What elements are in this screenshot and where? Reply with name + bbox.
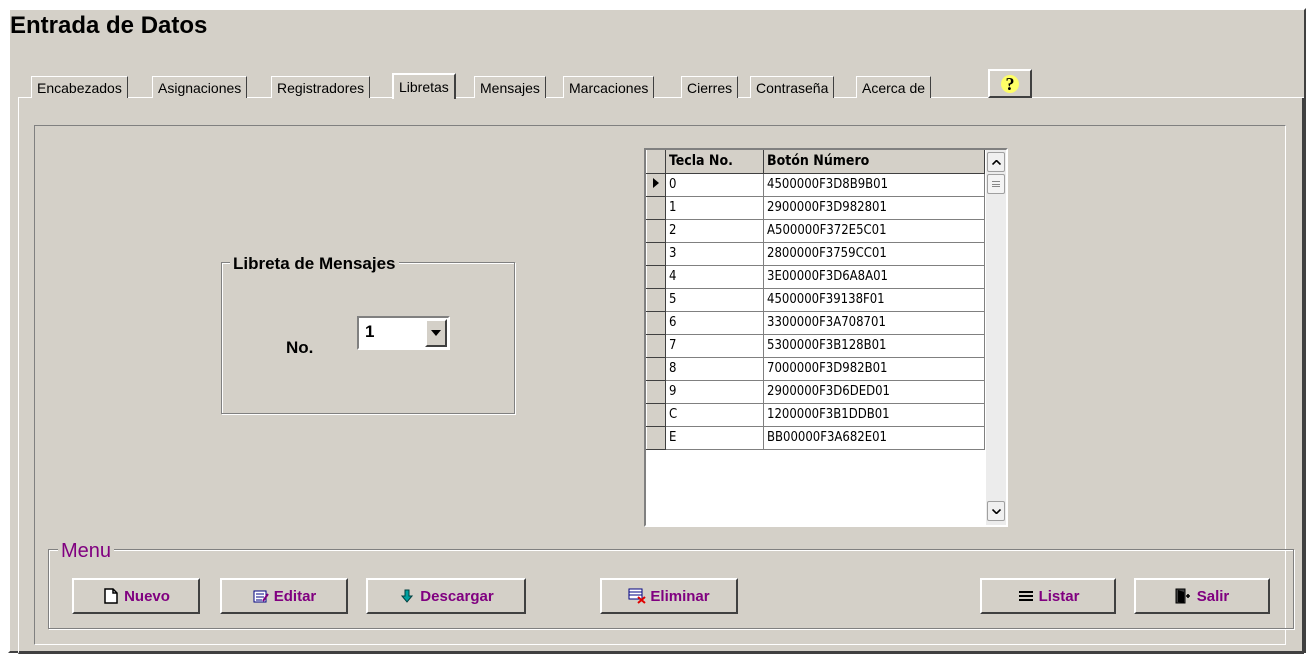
keys-grid[interactable]: Tecla No. Botón Número 0 4500000F3D8B9B01… [644,148,1008,527]
table-row[interactable]: E BB00000F3A682E01 [646,425,985,450]
list-icon [1017,587,1035,605]
tecla-cell[interactable]: 5 [665,288,764,312]
scroll-down-button[interactable] [987,501,1005,521]
tecla-cell[interactable]: E [665,426,764,450]
row-indicator[interactable] [646,218,666,243]
row-indicator[interactable] [646,264,666,289]
row-indicator[interactable] [646,287,666,312]
tecla-cell[interactable]: 2 [665,219,764,243]
tab-marcaciones[interactable]: Marcaciones [563,76,655,98]
table-row[interactable]: 3 2800000F3759CC01 [646,241,985,266]
table-row[interactable]: 0 4500000F3D8B9B01 [646,172,985,197]
table-row[interactable]: 1 2900000F3D982801 [646,195,985,220]
tab-asignaciones[interactable]: Asignaciones [152,76,248,98]
tab-cierres[interactable]: Cierres [681,76,739,98]
menu-group-title: Menu [58,540,115,563]
tab-acerca-de[interactable]: Acerca de [856,76,932,98]
table-row[interactable]: C 1200000F3B1DDB01 [646,402,985,427]
row-indicator[interactable] [646,195,666,220]
window-title: Entrada de Datos [10,12,208,39]
chevron-down-icon [991,508,1001,514]
tab-encabezados[interactable]: Encabezados [31,76,128,98]
boton-cell[interactable]: 3E00000F3D6A8A01 [763,265,985,289]
boton-cell[interactable]: A500000F372E5C01 [763,219,985,243]
boton-cell[interactable]: 3300000F3A708701 [763,311,985,335]
table-row[interactable]: 8 7000000F3D982B01 [646,356,985,381]
table-row[interactable]: 9 2900000F3D6DED01 [646,379,985,404]
libreta-group-title: Libreta de Mensajes [230,254,399,274]
row-indicator[interactable] [646,310,666,335]
scroll-thumb[interactable] [987,174,1005,194]
new-document-icon [102,587,120,605]
tecla-cell[interactable]: 8 [665,357,764,381]
table-row[interactable]: 6 3300000F3A708701 [646,310,985,335]
delete-record-icon [628,587,647,605]
tab-contrasena[interactable]: Contraseña [750,76,835,98]
tecla-cell[interactable]: 3 [665,242,764,266]
row-indicator[interactable] [646,402,666,427]
current-row-pointer-icon [653,178,659,188]
tab-mensajes[interactable]: Mensajes [474,76,546,98]
eliminar-button[interactable]: Eliminar [600,578,738,614]
arrow-down-icon [398,587,416,605]
salir-button[interactable]: Salir [1134,578,1270,614]
tecla-cell[interactable]: C [665,403,764,427]
boton-cell[interactable]: 4500000F3D8B9B01 [763,173,985,197]
tecla-cell[interactable]: 0 [665,173,764,197]
row-indicator[interactable] [646,379,666,404]
tecla-cell[interactable]: 4 [665,265,764,289]
tecla-cell[interactable]: 7 [665,334,764,358]
table-header-row: Tecla No. Botón Número [646,150,985,174]
dropdown-button[interactable] [425,319,447,347]
listar-button[interactable]: Listar [980,578,1116,614]
help-question-icon: ? [1001,74,1019,93]
libreta-no-value: 1 [365,322,375,341]
nuevo-button[interactable]: Nuevo [72,578,200,614]
editar-button-label: Editar [273,587,317,605]
tab-registradores[interactable]: Registradores [271,76,371,98]
boton-cell[interactable]: 5300000F3B128B01 [763,334,985,358]
vertical-scrollbar[interactable] [986,150,1006,525]
row-indicator[interactable] [646,333,666,358]
scroll-up-button[interactable] [987,152,1005,172]
chevron-up-icon [991,159,1001,165]
salir-button-label: Salir [1196,587,1230,605]
libreta-no-select[interactable]: 1 [357,316,450,350]
libreta-no-label: No. [286,338,314,357]
column-header-tecla[interactable]: Tecla No. [665,150,764,174]
keys-table: Tecla No. Botón Número 0 4500000F3D8B9B01… [646,150,985,450]
table-row[interactable]: 7 5300000F3B128B01 [646,333,985,358]
boton-cell[interactable]: 2800000F3759CC01 [763,242,985,266]
help-button[interactable]: ? [988,69,1032,98]
boton-cell[interactable]: BB00000F3A682E01 [763,426,985,450]
row-indicator-header [646,150,666,174]
row-indicator[interactable] [646,356,666,381]
row-indicator[interactable] [646,172,666,197]
table-row[interactable]: 2 A500000F372E5C01 [646,218,985,243]
descargar-button[interactable]: Descargar [366,578,526,614]
eliminar-button-label: Eliminar [650,587,710,605]
column-header-boton[interactable]: Botón Número [763,150,985,174]
grip-icon [992,181,1000,187]
row-indicator[interactable] [646,241,666,266]
tecla-cell[interactable]: 6 [665,311,764,335]
listar-button-label: Listar [1038,587,1080,605]
boton-cell[interactable]: 2900000F3D982801 [763,196,985,220]
boton-cell[interactable]: 7000000F3D982B01 [763,357,985,381]
editar-button[interactable]: Editar [220,578,348,614]
chevron-down-icon [431,330,441,336]
table-row[interactable]: 5 4500000F39138F01 [646,287,985,312]
row-indicator[interactable] [646,425,666,450]
boton-cell[interactable]: 1200000F3B1DDB01 [763,403,985,427]
nuevo-button-label: Nuevo [124,587,170,605]
tab-libretas[interactable]: Libretas [392,73,456,99]
descargar-button-label: Descargar [420,587,494,605]
boton-cell[interactable]: 2900000F3D6DED01 [763,380,985,404]
exit-door-icon [1175,587,1193,605]
tecla-cell[interactable]: 1 [665,196,764,220]
boton-cell[interactable]: 4500000F39138F01 [763,288,985,312]
tecla-cell[interactable]: 9 [665,380,764,404]
edit-icon [252,587,270,605]
table-row[interactable]: 4 3E00000F3D6A8A01 [646,264,985,289]
